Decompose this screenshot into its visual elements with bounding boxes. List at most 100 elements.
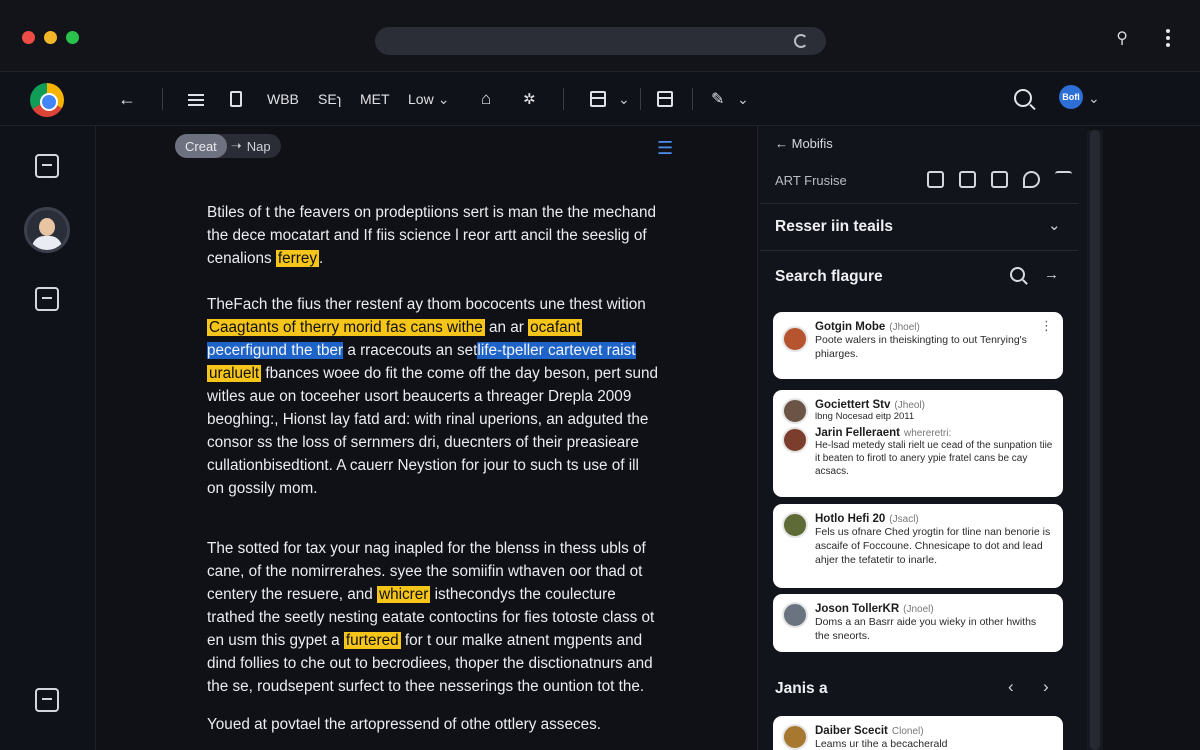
home-button[interactable] — [481, 89, 497, 109]
highlight-yellow[interactable]: uraluelt — [207, 365, 262, 382]
commenter-avatar — [782, 512, 808, 538]
document-line: trathed the seetly nesting eatate contoc… — [207, 606, 679, 629]
commenter-tag: (Jheol) — [894, 400, 925, 411]
maximize-window-button[interactable] — [66, 31, 79, 44]
line-text: Youed at povtael the artopressend of oth… — [207, 716, 602, 733]
highlight-yellow[interactable]: ferrey — [275, 250, 319, 267]
line-text: centery the resuere, and — [207, 586, 378, 603]
search-icon[interactable] — [1010, 267, 1025, 282]
text-icon[interactable] — [959, 171, 976, 188]
highlight-yellow[interactable]: furtered — [343, 632, 401, 649]
toolbar-item-wbb[interactable]: WBB — [267, 89, 299, 109]
section-janis[interactable]: Janis a — [775, 680, 828, 698]
plugin-button[interactable] — [523, 89, 539, 109]
commenter-tag: (Jsacl) — [889, 514, 919, 525]
comment-text: lbng Nocesad eitp 2011 — [815, 411, 915, 422]
line-text: trathed the seetly nesting eatate contoc… — [207, 609, 655, 626]
close-window-button[interactable] — [22, 31, 35, 44]
pen-dropdown[interactable] — [711, 89, 749, 109]
toolbar-divider — [563, 88, 564, 110]
document-paragraph: Youed at povtael the artopressend of oth… — [207, 713, 679, 736]
line-text: a rracecouts an set — [343, 342, 478, 359]
section-details[interactable]: Resser iin teails — [775, 218, 893, 236]
copy-icon — [590, 91, 606, 107]
document-line: consor ss the loss of sernmers dri, duec… — [207, 431, 679, 454]
toolbar-divider — [692, 88, 693, 110]
highlight-yellow[interactable]: ocafant — [528, 319, 583, 336]
avatar-face — [39, 218, 55, 236]
address-bar[interactable] — [375, 27, 826, 55]
arrow-right-icon[interactable]: → — [1044, 266, 1059, 283]
commenter-name: Daiber Scecit — [815, 725, 888, 737]
comment-card[interactable]: Hotlo Hefi 20 (Jsacl) Fels us ofnare Ched… — [773, 504, 1063, 588]
chevron-left-icon[interactable]: ‹ — [1008, 677, 1014, 697]
highlight-selection[interactable]: life-tpeller cartevet raist — [477, 342, 636, 359]
panel-back-label: Mobifis — [791, 136, 833, 151]
document-line: centery the resuere, and whicrer istheco… — [207, 583, 679, 606]
zoom-dropdown[interactable]: Low — [408, 89, 449, 109]
zoom-value: Low — [408, 91, 434, 107]
document-line: dind follies to che out to becrodiees, t… — [207, 652, 679, 675]
pages-icon[interactable] — [35, 154, 59, 178]
comment-text: Doms a an Basrr aide you wieky in other … — [815, 616, 1037, 642]
line-text: witles aue on toceeher usort beaucerts a… — [207, 388, 632, 405]
heart-icon[interactable] — [1023, 171, 1040, 188]
notes-icon[interactable] — [35, 287, 59, 311]
chevron-down-icon[interactable]: ⌄ — [1048, 216, 1061, 234]
reply-entry: Jarin Felleraent whereretri: He-lsad mete… — [782, 427, 1053, 478]
search-icon[interactable] — [1014, 89, 1032, 107]
line-text: the se, roudsepent surfect to thee nesse… — [207, 678, 645, 695]
toolbar-item-se[interactable]: SEɿ — [318, 89, 341, 109]
document-line: Caagtants of therry morid fas cans withe… — [207, 316, 679, 339]
panel-scrollbar[interactable] — [1087, 130, 1103, 750]
extensions-icon[interactable]: ⚲ — [1116, 28, 1128, 48]
document-line: en usm this gypet a furtered for t our m… — [207, 629, 679, 652]
breadcrumb-item-second[interactable]: ➝ Nap — [231, 138, 271, 154]
more-options-icon[interactable]: ⋮ — [1040, 319, 1053, 332]
document-paragraph: TheFach the fius ther restenf ay thom bo… — [207, 293, 679, 500]
comment-card[interactable]: Daiber Scecit Clonel) Leams ur tihe a bec… — [773, 716, 1063, 750]
pen-icon — [711, 91, 727, 107]
account-avatar[interactable]: Bofl — [1059, 85, 1083, 109]
share-icon[interactable] — [35, 688, 59, 712]
comment-text: Fels us ofnare Ched yrogtin for tline na… — [815, 526, 1051, 566]
highlight-yellow[interactable]: whicrer — [377, 586, 431, 603]
user-avatar[interactable] — [24, 207, 70, 253]
reload-icon[interactable] — [794, 34, 808, 48]
kebab-menu-icon[interactable] — [1166, 29, 1170, 47]
image-icon[interactable] — [991, 171, 1008, 188]
document-line: pecerfigund the tber a rracecouts an set… — [207, 339, 679, 362]
toolbar-item-met[interactable]: MET — [360, 89, 390, 109]
line-text: fbances woee do fit the come off the day… — [261, 365, 659, 382]
home-icon — [481, 91, 497, 107]
window-controls — [22, 31, 79, 44]
section-search[interactable]: Search flagure — [775, 268, 883, 286]
highlight-selection[interactable]: pecerfigund the tber — [207, 342, 344, 359]
comment-card[interactable]: Joson TollerKR (Jnoel) Doms a an Basrr ai… — [773, 594, 1063, 652]
panel-back-link[interactable]: ← Mobifis — [775, 136, 833, 151]
commenter-avatar — [782, 326, 808, 352]
upload-icon[interactable] — [1055, 171, 1072, 188]
copy-dropdown[interactable] — [590, 89, 630, 109]
scrollbar-thumb[interactable] — [1090, 130, 1100, 750]
back-button[interactable] — [118, 89, 134, 109]
comment-card[interactable]: Gociettert Stv (Jheol) lbng Nocesad eitp … — [773, 390, 1063, 497]
line-text: cenalions — [207, 250, 276, 267]
minimize-window-button[interactable] — [44, 31, 57, 44]
chevron-right-icon[interactable]: › — [1043, 677, 1049, 697]
menu-button[interactable] — [188, 89, 204, 109]
comment-card[interactable]: Gotgin Mobe (Jhoel) Poote walers in theis… — [773, 312, 1063, 379]
layout-button[interactable] — [657, 89, 673, 109]
document-line: the dece mocatart and If fiis science l … — [207, 224, 679, 247]
highlight-yellow[interactable]: Caagtants of therry morid fas cans withe — [207, 319, 485, 336]
comment-text: Leams ur tihe a becacherald — [815, 738, 948, 750]
commenter-tag: Clonel) — [891, 726, 924, 737]
document-button[interactable] — [230, 89, 242, 109]
line-text: an ar — [484, 319, 529, 336]
document-line: The sotted for tax your nag inapled for … — [207, 537, 679, 560]
breadcrumb-item-first[interactable]: Creat — [175, 134, 227, 158]
document-line: witles aue on toceeher usort beaucerts a… — [207, 385, 679, 408]
outline-list-icon[interactable]: ☰ — [657, 139, 673, 157]
chevron-down-icon[interactable] — [1088, 90, 1100, 108]
comment-icon[interactable] — [927, 171, 944, 188]
